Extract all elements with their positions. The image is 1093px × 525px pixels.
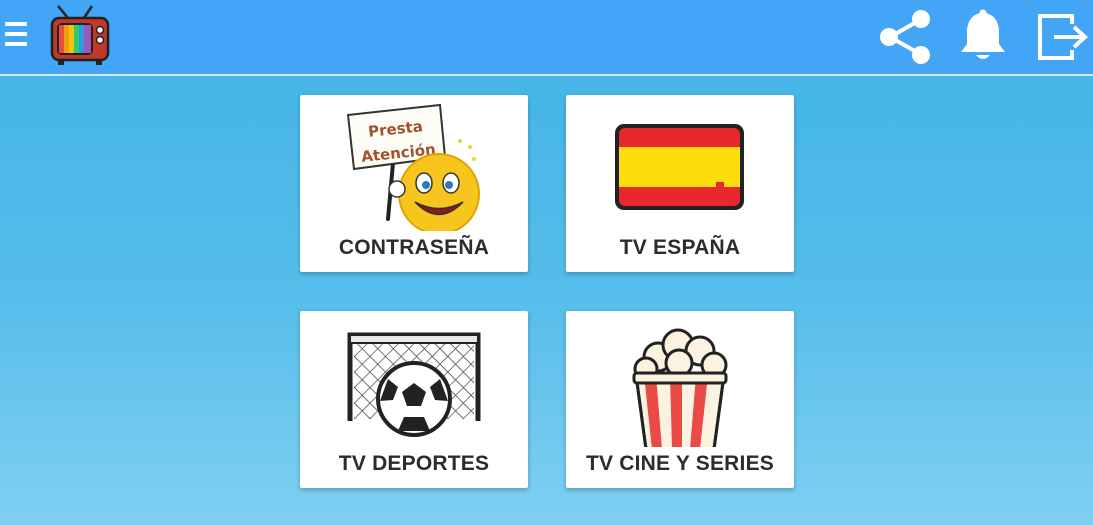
presta-atencion-smiley-sign-icon: Presta Atención — [346, 103, 480, 231]
card-label: TV CINE Y SERIES — [586, 452, 774, 475]
popcorn-icon — [632, 328, 728, 447]
card-label: CONTRASEÑA — [338, 236, 490, 259]
top-app-bar — [0, 0, 1093, 76]
card-contrasena[interactable]: Presta Atención CONTRASEÑA — [300, 95, 528, 272]
hamburger-menu-icon[interactable] — [5, 22, 29, 50]
card-tv-deportes[interactable]: TV DEPORTES — [300, 311, 528, 488]
share-icon[interactable] — [876, 8, 934, 66]
retro-tv-logo-icon — [50, 5, 110, 65]
spain-flag-icon — [615, 124, 744, 210]
card-tv-espana[interactable]: TV ESPAÑA — [566, 95, 794, 272]
card-label: TV DEPORTES — [338, 452, 490, 475]
card-tv-cine-series[interactable]: TV CINE Y SERIES — [566, 311, 794, 488]
soccer-goal-ball-icon — [347, 332, 481, 437]
bell-icon[interactable] — [954, 8, 1012, 66]
exit-icon[interactable] — [1034, 8, 1092, 66]
card-label: TV ESPAÑA — [619, 236, 741, 259]
